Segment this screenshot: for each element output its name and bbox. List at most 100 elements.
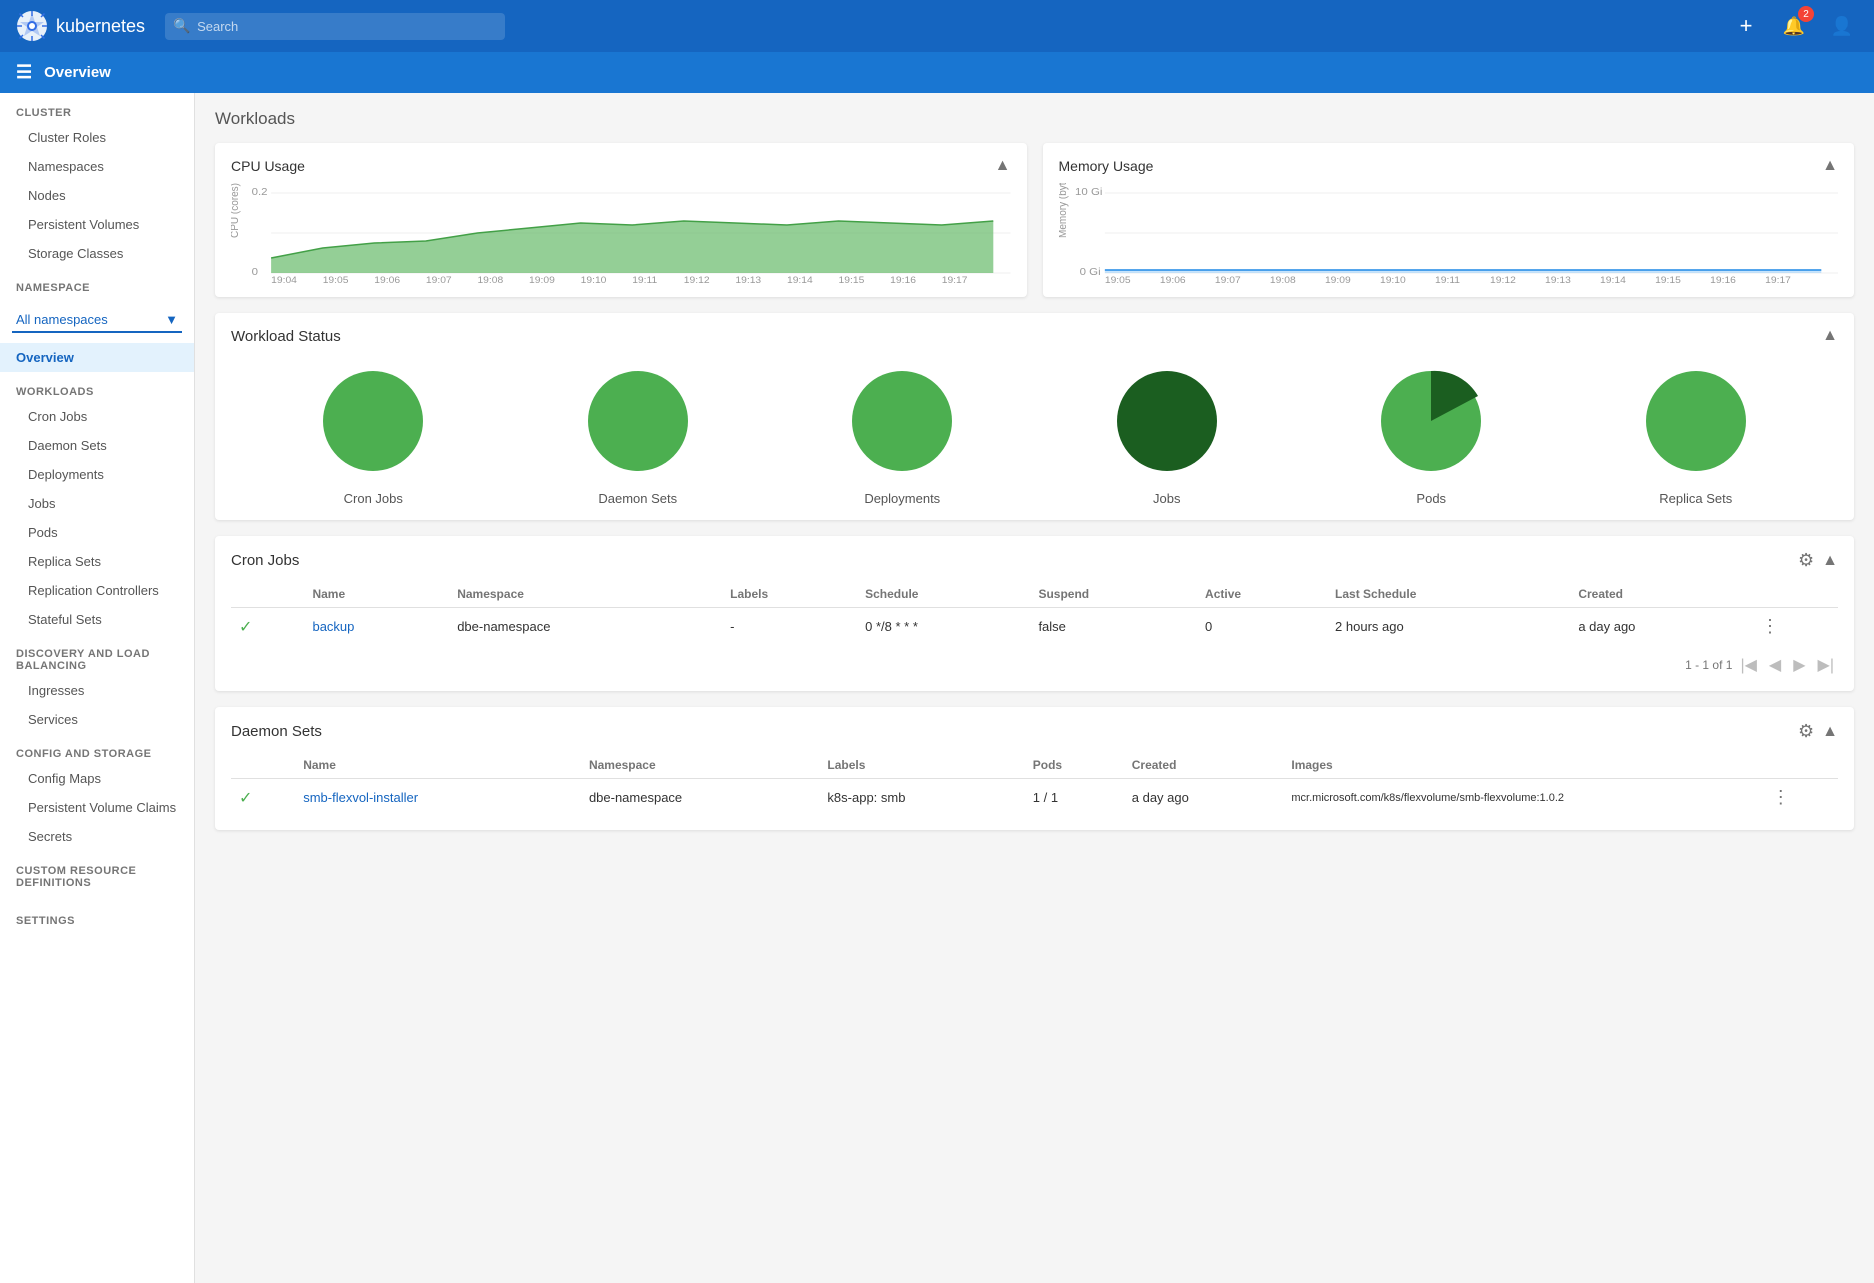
- daemon-set-smb-link[interactable]: smb-flexvol-installer: [303, 790, 418, 805]
- cron-job-backup-link[interactable]: backup: [312, 619, 354, 634]
- cron-jobs-actions: ⚙ ▲: [1798, 550, 1838, 571]
- sidebar-item-config-maps[interactable]: Config Maps: [0, 764, 194, 793]
- sidebar-item-daemon-sets[interactable]: Daemon Sets: [0, 431, 194, 460]
- jobs-pie: [1107, 361, 1227, 481]
- sidebar-item-namespaces[interactable]: Namespaces: [0, 152, 194, 181]
- sidebar-item-overview[interactable]: Overview: [0, 343, 194, 372]
- add-button[interactable]: +: [1730, 10, 1762, 42]
- sidebar-item-pods[interactable]: Pods: [0, 518, 194, 547]
- daemon-sets-actions: ⚙ ▲: [1798, 721, 1838, 742]
- cron-jobs-table-title: Cron Jobs: [231, 552, 299, 569]
- sidebar-item-persistent-volumes[interactable]: Persistent Volumes: [0, 210, 194, 239]
- crd-section-label: Custom Resource Definitions: [0, 851, 194, 893]
- svg-text:19:16: 19:16: [890, 276, 916, 283]
- namespace-selector[interactable]: All namespaces ▼: [12, 308, 182, 333]
- sidebar-item-jobs[interactable]: Jobs: [0, 489, 194, 518]
- cpu-chart-title: CPU Usage: [231, 158, 305, 174]
- workloads-section-label: Workloads: [0, 372, 194, 402]
- svg-text:19:10: 19:10: [1379, 276, 1405, 283]
- daemon-sets-filter-button[interactable]: ⚙: [1798, 721, 1814, 742]
- cron-jobs-filter-button[interactable]: ⚙: [1798, 550, 1814, 571]
- workload-status-card: Workload Status ▲ Cron Jobs Daemon Sets: [215, 313, 1854, 520]
- cpu-chart-collapse-button[interactable]: ▲: [995, 157, 1011, 175]
- svg-text:19:14: 19:14: [1600, 276, 1626, 283]
- search-input[interactable]: [165, 13, 505, 40]
- page-next-button[interactable]: ▶: [1789, 653, 1809, 677]
- sidebar-item-secrets[interactable]: Secrets: [0, 822, 194, 851]
- workload-pies: Cron Jobs Daemon Sets Deployments: [231, 361, 1838, 506]
- svg-text:19:09: 19:09: [1324, 276, 1350, 283]
- deployments-pie: [842, 361, 962, 481]
- daemon-set-more-button[interactable]: ⋮: [1772, 787, 1790, 808]
- daemon-sets-header: Daemon Sets ⚙ ▲: [231, 721, 1838, 742]
- sidebar-item-cron-jobs[interactable]: Cron Jobs: [0, 402, 194, 431]
- cpu-chart-card: CPU Usage ▲ 0.2 0: [215, 143, 1027, 297]
- namespace-value: All namespaces: [16, 312, 108, 327]
- user-menu-button[interactable]: 👤: [1826, 10, 1858, 42]
- sidebar-item-cluster-roles[interactable]: Cluster Roles: [0, 123, 194, 152]
- sidebar-item-replication-controllers[interactable]: Replication Controllers: [0, 576, 194, 605]
- svg-text:19:12: 19:12: [1490, 276, 1516, 283]
- pie-daemon-sets: Daemon Sets: [578, 361, 698, 506]
- col-actions: [1753, 581, 1838, 608]
- page-first-button[interactable]: |◀: [1736, 653, 1760, 677]
- cron-job-more-button[interactable]: ⋮: [1761, 616, 1779, 637]
- row-status: ✓: [231, 608, 304, 646]
- ds-row-images: mcr.microsoft.com/k8s/flexvolume/smb-fle…: [1283, 779, 1763, 817]
- svg-text:19:08: 19:08: [1269, 276, 1295, 283]
- daemon-sets-pie-label: Daemon Sets: [598, 491, 677, 506]
- memory-chart-card: Memory Usage ▲ 10 Gi 0 Gi 19:05 19:: [1043, 143, 1855, 297]
- replica-sets-pie-label: Replica Sets: [1659, 491, 1732, 506]
- sidebar-item-storage-classes[interactable]: Storage Classes: [0, 239, 194, 268]
- sidebar-item-pvc[interactable]: Persistent Volume Claims: [0, 793, 194, 822]
- daemon-sets-collapse-button[interactable]: ▲: [1822, 723, 1838, 741]
- ds-row-pods: 1 / 1: [1025, 779, 1124, 817]
- col-last-schedule: Last Schedule: [1327, 581, 1570, 608]
- ds-col-created: Created: [1124, 752, 1284, 779]
- svg-text:19:10: 19:10: [581, 276, 607, 283]
- sidebar-item-stateful-sets[interactable]: Stateful Sets: [0, 605, 194, 634]
- svg-text:19:06: 19:06: [1159, 276, 1185, 283]
- row-namespace: dbe-namespace: [449, 608, 722, 646]
- pie-deployments: Deployments: [842, 361, 962, 506]
- page-last-button[interactable]: ▶|: [1814, 653, 1838, 677]
- ds-col-pods: Pods: [1025, 752, 1124, 779]
- main-content: Workloads CPU Usage ▲ 0.2 0: [195, 93, 1874, 1283]
- page-prev-button[interactable]: ◀: [1765, 653, 1785, 677]
- svg-text:19:07: 19:07: [1214, 276, 1240, 283]
- row-active: 0: [1197, 608, 1327, 646]
- sidebar-item-deployments[interactable]: Deployments: [0, 460, 194, 489]
- settings-label[interactable]: Settings: [0, 901, 194, 931]
- notification-badge: 🔔 2: [1778, 10, 1810, 42]
- hamburger-icon[interactable]: ☰: [16, 62, 32, 83]
- sidebar-item-replica-sets[interactable]: Replica Sets: [0, 547, 194, 576]
- cron-jobs-collapse-button[interactable]: ▲: [1822, 552, 1838, 570]
- cpu-chart-svg: 0.2 0 19:04 19:05 19:06 19:07: [231, 183, 1011, 283]
- row-suspend: false: [1030, 608, 1197, 646]
- memory-chart-collapse-button[interactable]: ▲: [1822, 157, 1838, 175]
- daemon-sets-table-title: Daemon Sets: [231, 723, 322, 740]
- svg-text:19:11: 19:11: [632, 276, 657, 283]
- ds-row-created: a day ago: [1124, 779, 1284, 817]
- svg-text:19:05: 19:05: [323, 276, 349, 283]
- sidebar-item-ingresses[interactable]: Ingresses: [0, 676, 194, 705]
- table-row: ✓ smb-flexvol-installer dbe-namespace k8…: [231, 779, 1838, 817]
- sidebar-item-nodes[interactable]: Nodes: [0, 181, 194, 210]
- pie-jobs: Jobs: [1107, 361, 1227, 506]
- cpu-chart-area: 0.2 0 19:04 19:05 19:06 19:07: [231, 183, 1011, 283]
- memory-chart-title: Memory Usage: [1059, 158, 1154, 174]
- ds-row-namespace: dbe-namespace: [581, 779, 819, 817]
- replica-sets-pie: [1636, 361, 1756, 481]
- row-created: a day ago: [1570, 608, 1753, 646]
- svg-text:19:12: 19:12: [684, 276, 710, 283]
- pagination-range: 1 - 1 of 1: [1685, 658, 1732, 672]
- ds-col-actions: [1764, 752, 1838, 779]
- workload-status-collapse-button[interactable]: ▲: [1822, 327, 1838, 345]
- search-icon: 🔍: [173, 18, 190, 35]
- col-active: Active: [1197, 581, 1327, 608]
- app-logo: kubernetes: [16, 10, 145, 42]
- col-schedule: Schedule: [857, 581, 1030, 608]
- svg-text:19:09: 19:09: [529, 276, 555, 283]
- cron-jobs-header-row: Name Namespace Labels Schedule Suspend A…: [231, 581, 1838, 608]
- sidebar-item-services[interactable]: Services: [0, 705, 194, 734]
